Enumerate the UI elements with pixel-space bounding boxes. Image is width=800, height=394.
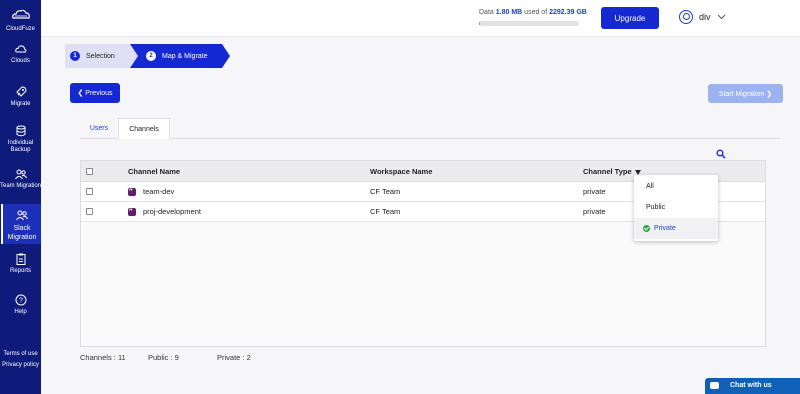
tab-bar: Users Channels (80, 118, 780, 139)
sidebar-item-label: Team Migration (0, 183, 42, 189)
start-migration-button[interactable]: Start Migration ❯ (708, 84, 783, 103)
row-checkbox[interactable] (86, 208, 93, 215)
chevron-right-icon: ❯ (766, 90, 773, 98)
row-checkbox[interactable] (86, 188, 93, 195)
sidebar-item-label: Migrate (10, 101, 31, 107)
channel-name: proj-development (143, 207, 201, 216)
step-selection[interactable]: 1 Selection (65, 44, 140, 68)
previous-label: Previous (85, 90, 113, 97)
check-circle-icon (643, 224, 650, 232)
usage-progress-fill (479, 21, 480, 26)
chevron-down-icon (717, 14, 725, 20)
sidebar-item-help[interactable]: ? Help (0, 294, 41, 316)
step-number: 1 (70, 51, 80, 61)
select-all-checkbox[interactable] (86, 168, 93, 175)
channels-count: Channels : 11 (80, 353, 126, 362)
header-channel-name: Channel Name (128, 167, 181, 176)
filter-option-label: Private (654, 225, 676, 232)
users-icon (16, 210, 28, 221)
chat-widget-button[interactable]: Chat with us (705, 378, 800, 394)
header-channel-type: Channel Type (583, 161, 641, 182)
search-icon[interactable] (716, 149, 726, 159)
data-used: 1.80 MB (495, 9, 523, 16)
sidebar-item-label: Clouds (11, 58, 30, 64)
cloudfuze-logo-icon (0, 8, 41, 22)
sidebar-item-slack-migration[interactable]: Slack Migration (1, 204, 41, 244)
channel-type: private (583, 207, 606, 216)
channel-type: private (583, 187, 606, 196)
rocket-icon (15, 86, 27, 97)
usage-progress-bar (479, 21, 579, 26)
channel-name: team-dev (143, 187, 175, 196)
workspace-name: CF Team (370, 207, 401, 216)
sidebar-item-team-migration[interactable]: Team Migration (0, 168, 41, 196)
data-prefix: Data (479, 9, 494, 16)
database-icon (16, 125, 25, 137)
sidebar-item-label: Reports (9, 268, 31, 274)
slack-channel-icon (128, 206, 136, 216)
app-name: CloudFuze (5, 26, 35, 32)
filter-icon[interactable] (634, 169, 641, 175)
data-mid: used of (524, 9, 548, 16)
top-header: Data 1.80 MB used of 2292.39 GB Upgrade … (41, 0, 800, 37)
cloudfuze-logo[interactable]: CloudFuze (0, 8, 41, 32)
step-label: Selection (86, 52, 115, 60)
sidebar-item-clouds[interactable]: Clouds (0, 43, 41, 67)
username: div (699, 12, 711, 22)
sidebar-item-label: Slack Migration (7, 225, 37, 241)
workspace-name: CF Team (370, 187, 401, 196)
sidebar-item-reports[interactable]: Reports (0, 253, 41, 275)
filter-option-private[interactable]: Private (634, 218, 718, 239)
chat-label: Chat with us (730, 382, 772, 389)
step-number: 2 (146, 51, 156, 61)
cloud-icon (14, 45, 26, 53)
tab-channels[interactable]: Channels (118, 118, 170, 139)
step-map-migrate[interactable]: 2 Map & Migrate (130, 44, 230, 68)
public-count: Public : 9 (148, 353, 179, 362)
private-count: Private : 2 (217, 353, 251, 362)
sidebar-item-migrate[interactable]: Migrate (0, 86, 41, 110)
header-channel-type-label: Channel Type (583, 167, 632, 176)
user-menu[interactable]: div (679, 10, 726, 24)
sidebar-item-label: Help (14, 309, 27, 315)
start-migration-label: Start Migration (718, 90, 765, 98)
chevron-left-icon: ❮ (77, 90, 84, 97)
users-icon (14, 169, 27, 180)
sidebar-item-label: Individual Backup (7, 140, 34, 153)
filter-option-all[interactable]: All (634, 176, 718, 197)
data-total: 2292.39 GB (549, 9, 587, 16)
header-workspace-name: Workspace Name (370, 167, 433, 176)
user-avatar-icon (679, 10, 693, 24)
data-usage-text: Data 1.80 MB used of 2292.39 GB (479, 9, 587, 16)
previous-button[interactable]: ❮ Previous (70, 83, 120, 103)
chat-bubble-icon (710, 382, 719, 389)
help-icon: ? (15, 294, 26, 306)
step-label: Map & Migrate (162, 52, 208, 60)
svg-text:?: ? (19, 298, 23, 305)
clipboard-icon (16, 253, 25, 265)
channel-type-filter-dropdown: All Public Private (634, 175, 718, 241)
sidebar: CloudFuze Clouds Migrate Individual Back… (0, 0, 41, 394)
sidebar-item-individual-backup[interactable]: Individual Backup (0, 125, 41, 157)
filter-option-public[interactable]: Public (634, 197, 718, 218)
slack-channel-icon (128, 186, 136, 196)
tab-users[interactable]: Users (80, 118, 118, 139)
privacy-link[interactable]: Privacy policy (0, 360, 41, 371)
upgrade-button[interactable]: Upgrade (601, 7, 659, 29)
terms-link[interactable]: Terms of use (0, 349, 41, 360)
